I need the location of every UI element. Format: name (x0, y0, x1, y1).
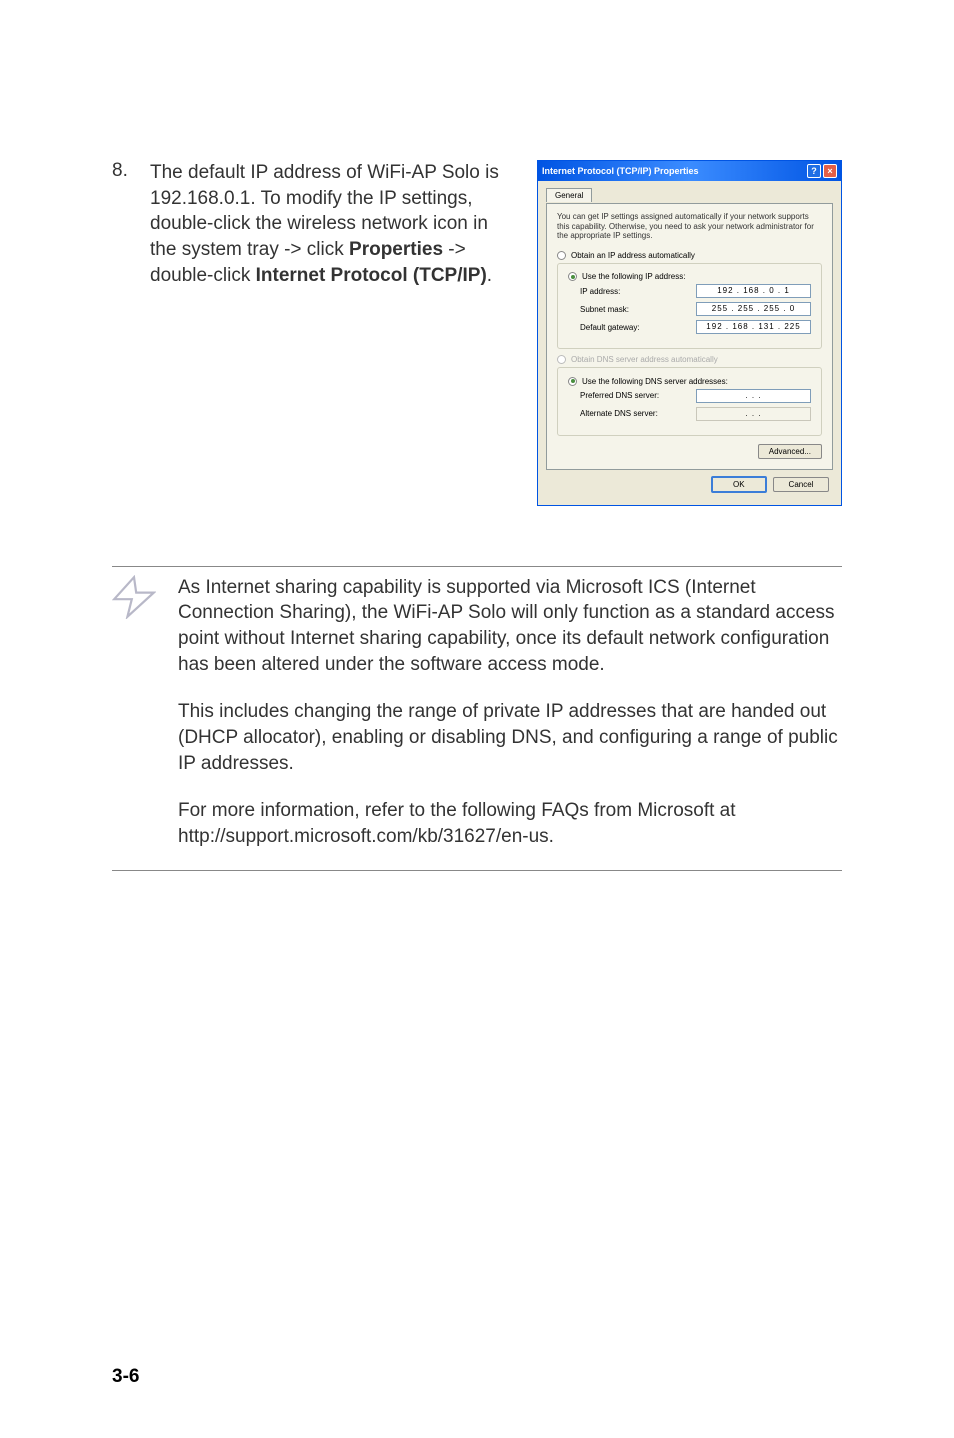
default-gateway-label: Default gateway: (580, 323, 640, 332)
help-icon[interactable]: ? (807, 164, 821, 178)
tcpip-properties-dialog: Internet Protocol (TCP/IP) Properties ? … (537, 160, 842, 506)
preferred-dns-label: Preferred DNS server: (580, 391, 659, 400)
radio-use-dns-label: Use the following DNS server addresses: (582, 377, 728, 386)
note-text: As Internet sharing capability is suppor… (178, 575, 842, 850)
ip-address-input[interactable]: 192 . 168 . 0 . 1 (696, 284, 811, 298)
subnet-mask-input[interactable]: 255 . 255 . 255 . 0 (696, 302, 811, 316)
dialog-titlebar: Internet Protocol (TCP/IP) Properties ? … (538, 161, 841, 181)
default-gateway-input[interactable]: 192 . 168 . 131 . 225 (696, 320, 811, 334)
close-icon[interactable]: × (823, 164, 837, 178)
preferred-dns-input[interactable]: . . . (696, 389, 811, 403)
radio-obtain-dns-auto (557, 355, 566, 364)
info-text: You can get IP settings assigned automat… (557, 212, 822, 241)
cancel-button[interactable]: Cancel (773, 477, 829, 492)
dialog-title: Internet Protocol (TCP/IP) Properties (542, 166, 699, 176)
subnet-mask-label: Subnet mask: (580, 305, 629, 314)
step-text: The default IP address of WiFi-AP Solo i… (150, 160, 507, 288)
ip-address-label: IP address: (580, 287, 620, 296)
ok-button[interactable]: OK (711, 476, 767, 493)
radio-use-ip[interactable] (568, 272, 577, 281)
alternate-dns-input[interactable]: . . . (696, 407, 811, 421)
advanced-button[interactable]: Advanced... (758, 444, 822, 459)
radio-use-ip-label: Use the following IP address: (582, 272, 685, 281)
alternate-dns-label: Alternate DNS server: (580, 409, 658, 418)
step-number: 8. (112, 160, 132, 288)
page-number: 3-6 (112, 1366, 139, 1388)
radio-use-dns[interactable] (568, 377, 577, 386)
radio-obtain-ip-auto-label: Obtain an IP address automatically (571, 251, 695, 260)
lightning-icon (112, 575, 156, 624)
tab-general[interactable]: General (546, 188, 592, 202)
radio-obtain-dns-auto-label: Obtain DNS server address automatically (571, 355, 718, 364)
radio-obtain-ip-auto[interactable] (557, 251, 566, 260)
